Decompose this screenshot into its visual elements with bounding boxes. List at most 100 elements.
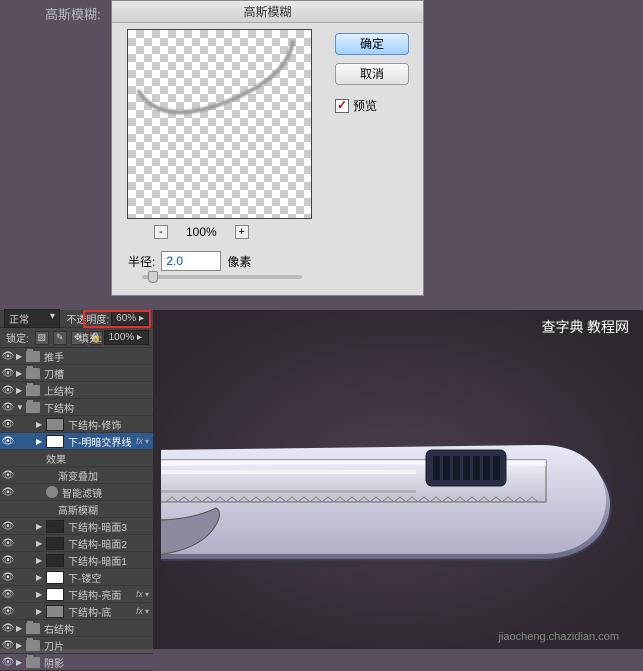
fx-chevron-icon[interactable]: ▾ [145,590,149,599]
visibility-eye-icon[interactable]: 👁 [0,470,16,481]
layer-thumbnail [46,588,64,601]
layer-thumbnail [46,537,64,550]
layer-row[interactable]: 高斯模糊 [0,501,153,518]
layer-thumbnail [46,554,64,567]
visibility-eye-icon[interactable]: 👁 [0,572,16,583]
visibility-eye-icon[interactable]: 👁 [0,538,16,549]
visibility-eye-icon[interactable]: 👁 [0,487,16,498]
expand-arrow-icon[interactable]: ▶ [36,556,46,565]
fx-chevron-icon[interactable]: ▾ [145,437,149,446]
radius-input[interactable] [161,251,221,271]
visibility-eye-icon[interactable]: 👁 [0,351,16,362]
layer-row[interactable]: 👁智能滤镜 [0,484,153,501]
visibility-eye-icon[interactable]: 👁 [0,368,16,379]
expand-arrow-icon[interactable]: ▼ [16,403,26,412]
layer-name: 渐变叠加 [58,468,149,483]
fx-badge[interactable]: fx [136,606,143,616]
layer-name: 下结构-暗面3 [68,519,149,534]
layer-row[interactable]: 👁 ▶ 下-镂空 [0,569,153,586]
preview-label: 预览 [353,97,377,114]
layer-row[interactable]: 👁▶ 推手 [0,348,153,365]
canvas[interactable]: 查字典 教程网 jiaocheng.chazidian.com [153,310,643,649]
layer-row[interactable]: 👁▼ 下结构 [0,399,153,416]
expand-arrow-icon[interactable]: ▶ [36,607,46,616]
blend-mode-select[interactable]: 正常▾ [4,309,60,328]
watermark-text: 查字典 教程网 [542,317,630,337]
layer-row[interactable]: 👁▶阴影 [0,654,153,671]
layer-name: 下-镂空 [68,570,149,585]
layer-row[interactable]: 👁 渐变叠加 [0,467,153,484]
expand-arrow-icon[interactable]: ▶ [16,641,26,650]
layer-row[interactable]: 👁 ▶ 下-明暗交界线fx▾ [0,433,153,450]
layer-row[interactable]: 👁 ▶ 下结构-亮面fx▾ [0,586,153,603]
layer-name: 下-明暗交界线 [68,434,134,449]
preview-checkbox[interactable] [335,99,349,113]
fx-chevron-icon[interactable]: ▾ [145,607,149,616]
visibility-eye-icon[interactable]: 👁 [0,419,16,430]
ok-button[interactable]: 确定 [335,33,409,55]
lock-pixels-icon[interactable]: ✎ [53,331,67,345]
layer-row[interactable]: 效果 [0,450,153,467]
layers-panel: 正常▾ 不透明度: 60% ▸ 锁定: ▨ ✎ ✥ 🔒 填充: 100% ▸ 👁… [0,310,153,649]
layer-name: 下结构-亮面 [68,587,134,602]
cancel-button[interactable]: 取消 [335,63,409,85]
fill-label: 填充: [79,330,102,345]
layer-row[interactable]: 👁▶上结构 [0,382,153,399]
lock-transparency-icon[interactable]: ▨ [35,331,49,345]
layer-row[interactable]: 👁▶刀片 [0,637,153,654]
fill-value[interactable]: 100% ▸ [104,330,149,345]
expand-arrow-icon[interactable]: ▶ [36,539,46,548]
layer-name: 下结构-暗面2 [68,536,149,551]
layer-name: 下结构 [44,400,149,415]
layer-name: 刀片 [44,638,149,653]
visibility-eye-icon[interactable]: 👁 [0,657,16,668]
slider-thumb[interactable] [148,271,158,283]
layer-row[interactable]: 👁 ▶ 下结构-暗面2 [0,535,153,552]
lock-label: 锁定: [6,330,29,345]
visibility-eye-icon[interactable]: 👁 [0,385,16,396]
expand-arrow-icon[interactable]: ▶ [36,590,46,599]
zoom-out-button[interactable]: - [154,225,168,239]
layer-name: 推手 [44,349,149,364]
watermark-url: jiaocheng.chazidian.com [499,631,619,643]
fx-badge[interactable]: fx [136,436,143,446]
opacity-value[interactable]: 60% ▸ [111,311,151,326]
visibility-eye-icon[interactable]: 👁 [0,589,16,600]
gaussian-blur-dialog: 高斯模糊 - 100% + 半径: 像素 确定 取消 预览 [111,0,424,296]
layer-name: 右结构 [44,621,149,636]
expand-arrow-icon[interactable]: ▶ [36,522,46,531]
radius-slider[interactable] [142,275,302,279]
layer-row[interactable]: 👁 ▶ 下结构-修饰 [0,416,153,433]
layer-thumbnail [46,605,64,618]
visibility-eye-icon[interactable]: 👁 [0,436,16,447]
visibility-eye-icon[interactable]: 👁 [0,555,16,566]
expand-arrow-icon[interactable]: ▶ [16,386,26,395]
visibility-eye-icon[interactable]: 👁 [0,521,16,532]
layer-row[interactable]: 👁 ▶ 下结构-暗面3 [0,518,153,535]
layer-name: 刀槽 [44,366,149,381]
visibility-eye-icon[interactable]: 👁 [0,402,16,413]
expand-arrow-icon[interactable]: ▶ [36,420,46,429]
preview-area[interactable] [127,29,312,219]
folder-icon [26,385,40,396]
layer-name: 下结构-修饰 [68,417,149,432]
expand-arrow-icon[interactable]: ▶ [16,369,26,378]
expand-arrow-icon[interactable]: ▶ [36,437,46,446]
layer-row[interactable]: 👁▶ 右结构 [0,620,153,637]
expand-arrow-icon[interactable]: ▶ [36,573,46,582]
expand-arrow-icon[interactable]: ▶ [16,352,26,361]
layer-row[interactable]: 👁▶ 刀槽 [0,365,153,382]
visibility-eye-icon[interactable]: 👁 [0,623,16,634]
fx-badge[interactable]: fx [136,589,143,599]
dialog-title: 高斯模糊 [112,1,423,23]
layer-name: 高斯模糊 [58,502,149,517]
expand-arrow-icon[interactable]: ▶ [16,624,26,633]
visibility-eye-icon[interactable]: 👁 [0,606,16,617]
layer-thumbnail [46,520,64,533]
zoom-in-button[interactable]: + [235,225,249,239]
layer-thumbnail [46,418,64,431]
radius-unit: 像素 [227,253,251,270]
layer-row[interactable]: 👁▶下结构-底fx▾ [0,603,153,620]
expand-arrow-icon[interactable]: ▶ [16,658,26,667]
layer-row[interactable]: 👁▶下结构-暗面1 [0,552,153,569]
